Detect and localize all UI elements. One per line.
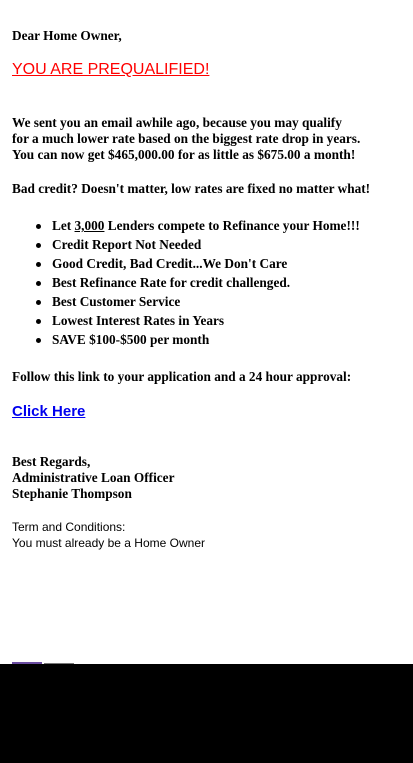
bullet-text: Credit Report Not Needed: [52, 237, 202, 252]
signature-line: Best Regards,: [12, 454, 91, 469]
list-item: Let 3,000 Lenders compete to Refinance y…: [12, 218, 360, 237]
greeting: Dear Home Owner,: [12, 28, 122, 43]
bullet-icon: [36, 300, 41, 305]
bad-credit-text: Bad credit? Doesn't matter, low rates ar…: [12, 181, 371, 196]
bullet-text: Good Credit, Bad Credit...We Don't Care: [52, 256, 288, 271]
bullet-text: SAVE $100-$500 per month: [52, 332, 210, 347]
list-item: Best Refinance Rate for credit challenge…: [12, 275, 360, 294]
intro-line: You can now get $465,000.00 for as littl…: [12, 147, 356, 162]
bullet-text-prefix: Let: [52, 218, 75, 233]
terms-text: You must already be a Home Owner: [12, 536, 205, 550]
prequalified-headline: YOU ARE PREQUALIFIED!: [12, 61, 210, 78]
click-here-link[interactable]: Click Here: [12, 403, 85, 421]
intro-line: for a much lower rate based on the bigge…: [12, 131, 361, 146]
bullet-icon: [36, 338, 41, 343]
list-item: Best Customer Service: [12, 294, 360, 313]
bullet-icon: [36, 281, 41, 286]
terms-heading: Term and Conditions:: [12, 520, 126, 534]
bullet-text-suffix: Lenders compete to Refinance your Home!!…: [104, 218, 360, 233]
intro-line: We sent you an email awhile ago, because…: [12, 115, 342, 130]
list-item: SAVE $100-$500 per month: [12, 332, 360, 351]
signature-title: Administrative Loan Officer: [12, 470, 175, 485]
list-item: Credit Report Not Needed: [12, 237, 360, 256]
bullet-text: Best Customer Service: [52, 294, 181, 309]
signature-block: Best Regards, Administrative Loan Office…: [12, 454, 175, 502]
bullet-text: Lowest Interest Rates in Years: [52, 313, 225, 328]
bullet-text: Best Refinance Rate for credit challenge…: [52, 275, 291, 290]
bullet-icon: [36, 224, 41, 229]
bullet-icon: [36, 243, 41, 248]
bullet-icon: [36, 262, 41, 267]
follow-link-text: Follow this link to your application and…: [12, 369, 352, 384]
benefits-list: Let 3,000 Lenders compete to Refinance y…: [12, 218, 360, 351]
signature-name: Stephanie Thompson: [12, 486, 132, 501]
bottom-black-area: [0, 664, 413, 763]
lender-count: 3,000: [74, 218, 105, 233]
list-item: Lowest Interest Rates in Years: [12, 313, 360, 332]
list-item: Good Credit, Bad Credit...We Don't Care: [12, 256, 360, 275]
intro-paragraph: We sent you an email awhile ago, because…: [12, 115, 413, 163]
terms-block: Term and Conditions: You must already be…: [12, 519, 205, 551]
bullet-icon: [36, 319, 41, 324]
